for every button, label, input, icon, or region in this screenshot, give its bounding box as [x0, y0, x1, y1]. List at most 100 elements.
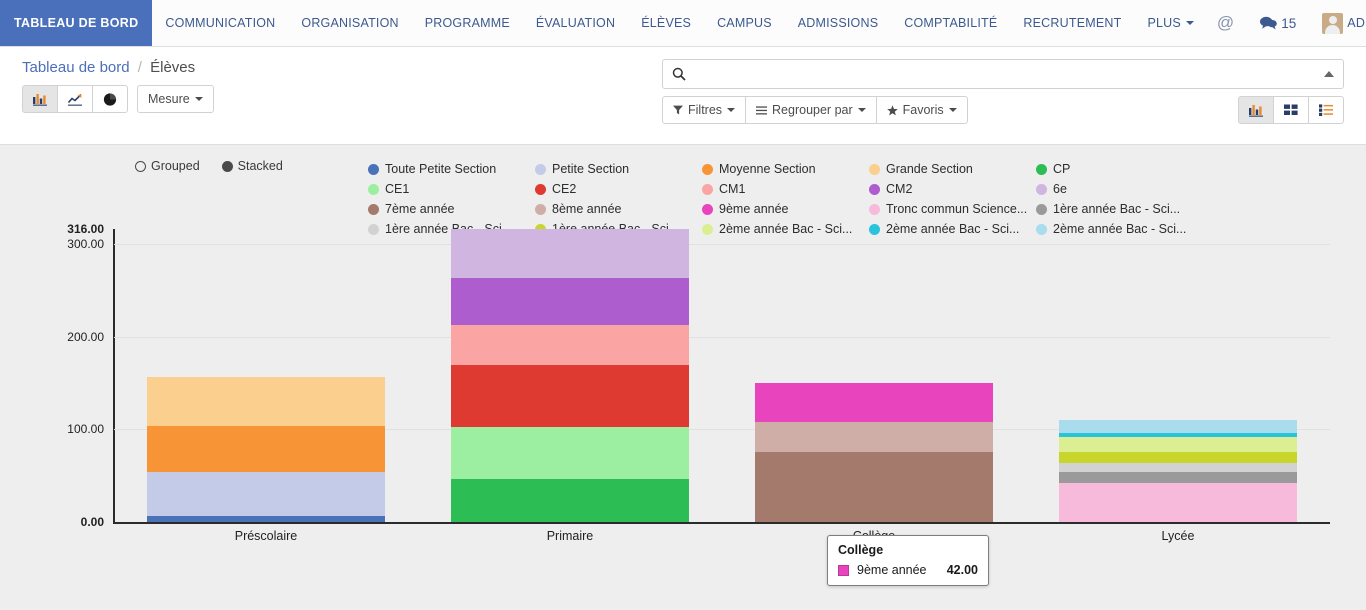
search-box[interactable] [662, 59, 1344, 89]
bar-segment[interactable] [451, 278, 689, 325]
bar-segment[interactable] [451, 427, 689, 480]
bar-segment[interactable] [1059, 462, 1297, 472]
nav-item-comptabilit-[interactable]: COMPTABILITÉ [891, 0, 1010, 46]
list-view-button[interactable] [1308, 96, 1344, 124]
stacked-mode-option[interactable]: Stacked [221, 159, 283, 173]
legend-item[interactable]: 1ère année Bac - Sci... [1036, 199, 1203, 219]
chart-toolbar: Mesure [22, 85, 662, 113]
bar-segment[interactable] [1059, 471, 1297, 484]
filters-dropdown[interactable]: Filtres [662, 96, 747, 124]
bar-segment[interactable] [755, 451, 993, 522]
bar-segment[interactable] [147, 425, 385, 472]
y-axis: 316.00 300.00 200.00 100.00 0.00 [0, 222, 113, 529]
kanban-view-icon [1284, 104, 1298, 116]
nav-item-recrutement[interactable]: RECRUTEMENT [1010, 0, 1134, 46]
legend-label: 6e [1053, 182, 1067, 196]
bar-segment[interactable] [147, 377, 385, 426]
bar-segment[interactable] [1059, 483, 1297, 522]
nav-item-label: RECRUTEMENT [1023, 16, 1122, 30]
favorites-dropdown[interactable]: Favoris [875, 96, 968, 124]
bar-segment[interactable] [451, 229, 689, 279]
legend-item[interactable]: 7ème année [368, 199, 535, 219]
collapse-search-panel-icon[interactable] [1324, 71, 1334, 77]
grouped-label: Grouped [151, 159, 200, 173]
legend-item[interactable]: 6e [1036, 179, 1203, 199]
legend-item[interactable]: Grande Section [869, 159, 1036, 179]
legend-color-dot [535, 163, 546, 175]
bar-segment[interactable] [451, 479, 689, 522]
grouped-mode-option[interactable]: Grouped [135, 159, 200, 173]
filter-button-group: Filtres Regrouper par Favoris [662, 96, 968, 124]
groupby-dropdown[interactable]: Regrouper par [745, 96, 877, 124]
bar-segment[interactable] [147, 471, 385, 517]
legend-color-dot [702, 203, 713, 215]
legend-item[interactable]: Petite Section [535, 159, 702, 179]
page-title: Élèves [150, 59, 196, 76]
y-axis-tick-label: 200.00 [67, 329, 104, 344]
legend-item[interactable]: CM1 [702, 179, 869, 199]
chevron-down-icon [857, 108, 866, 112]
nav-item-plus[interactable]: PLUS [1134, 0, 1206, 46]
legend-item[interactable]: CP [1036, 159, 1203, 179]
line-chart-button[interactable] [57, 85, 93, 113]
search-input[interactable] [686, 66, 1324, 82]
nav-item-campus[interactable]: CAMPUS [704, 0, 785, 46]
kanban-view-button[interactable] [1273, 96, 1309, 124]
legend-label: 9ème année [719, 202, 789, 216]
stacked-bar [755, 382, 993, 522]
chart-legend: Toute Petite Section Petite Section Moyenn… [368, 159, 1203, 239]
legend-label: Moyenne Section [719, 162, 816, 176]
legend-label: CM2 [886, 182, 913, 196]
nav-item-communication[interactable]: COMMUNICATION [152, 0, 288, 46]
x-axis-line [113, 522, 1330, 524]
legend-label: 7ème année [385, 202, 455, 216]
user-menu-button[interactable]: ADMIN [1312, 0, 1366, 46]
bar-segment[interactable] [451, 324, 689, 366]
bar-segment[interactable] [1059, 420, 1297, 434]
legend-item[interactable]: 8ème année [535, 199, 702, 219]
legend-color-dot [702, 163, 713, 175]
legend-item[interactable]: CE2 [535, 179, 702, 199]
legend-item[interactable]: Tronc commun Science... [869, 199, 1036, 219]
legend-item[interactable]: 9ème année [702, 199, 869, 219]
graph-view-button[interactable] [1238, 96, 1274, 124]
bar-segment[interactable] [1059, 436, 1297, 452]
bar-segment[interactable] [755, 421, 993, 452]
bar-segment[interactable] [451, 365, 689, 428]
filter-toolbar: Filtres Regrouper par Favoris [662, 96, 1344, 124]
tooltip-color-swatch [838, 564, 849, 576]
breadcrumb-link-tableau-de-bord[interactable]: Tableau de bord [22, 59, 130, 76]
legend-label: CM1 [719, 182, 746, 196]
chart-type-group [22, 85, 128, 113]
legend-item[interactable]: Moyenne Section [702, 159, 869, 179]
nav-item-label: ÉLÈVES [641, 16, 692, 30]
nav-item--valuation[interactable]: ÉVALUATION [523, 0, 628, 46]
favorites-label: Favoris [902, 103, 944, 117]
bar-slot [114, 229, 418, 522]
nav-item-label: PROGRAMME [424, 16, 510, 30]
bar-segment[interactable] [1059, 451, 1297, 463]
messages-button[interactable]: 15 [1250, 0, 1306, 46]
nav-item-admissions[interactable]: ADMISSIONS [785, 0, 892, 46]
nav-item-programme[interactable]: PROGRAMME [412, 0, 523, 46]
search-icon [672, 67, 686, 81]
nav-item-organisation[interactable]: ORGANISATION [288, 0, 411, 46]
nav-item--l-ves[interactable]: ÉLÈVES [628, 0, 704, 46]
nav-brand-tableau-de-bord[interactable]: TABLEAU DE BORD [0, 0, 153, 46]
stacked-bar [451, 229, 689, 522]
stacked-radio-icon [221, 160, 233, 172]
bar-segment[interactable] [755, 382, 993, 422]
measure-dropdown[interactable]: Mesure [137, 85, 214, 113]
legend-item[interactable]: Toute Petite Section [368, 159, 535, 179]
legend-item[interactable]: CE1 [368, 179, 535, 199]
mentions-button[interactable]: @ [1207, 0, 1244, 46]
bar-chart-button[interactable] [22, 85, 58, 113]
y-axis-tick-label: 100.00 [67, 422, 104, 437]
legend-label: CE2 [552, 182, 577, 196]
pie-chart-button[interactable] [92, 85, 128, 113]
chevron-down-icon [194, 97, 203, 101]
control-panel: Tableau de bord / Élèves Mesure Filtres … [0, 47, 1366, 145]
legend-item[interactable]: CM2 [869, 179, 1036, 199]
nav-item-label: ÉVALUATION [535, 16, 616, 30]
x-axis-labels: PréscolairePrimaireCollègeLycée [114, 529, 1330, 543]
